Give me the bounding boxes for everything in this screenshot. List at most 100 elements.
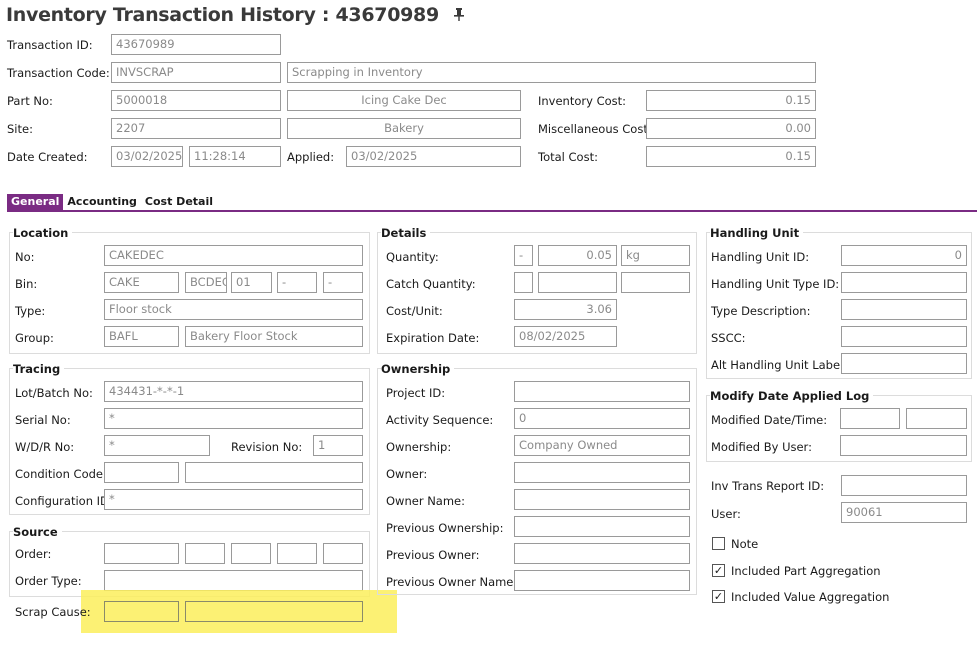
order-no-field[interactable] — [104, 543, 179, 564]
revision-no-label: Revision No: — [231, 440, 303, 454]
modified-by-user-label: Modified By User: — [711, 440, 812, 454]
part-no-field[interactable]: 5000018 — [111, 90, 281, 111]
part-aggregation-label: Included Part Aggregation — [731, 564, 881, 578]
quantity-sign-field[interactable]: - — [514, 245, 533, 266]
part-aggregation-checkbox[interactable]: ✓ — [712, 564, 725, 577]
tab-accounting[interactable]: Accounting — [63, 194, 141, 210]
page-title-text: Inventory Transaction History : 43670989 — [6, 4, 439, 26]
location-no-field[interactable]: CAKEDEC — [104, 245, 363, 266]
note-checkbox[interactable] — [712, 537, 725, 550]
modified-time-field[interactable] — [906, 408, 967, 429]
handling-unit-type-field[interactable] — [841, 272, 967, 293]
transaction-id-field[interactable]: 43670989 — [111, 34, 281, 55]
modified-date-field[interactable] — [840, 408, 900, 429]
transaction-code-label: Transaction Code: — [7, 66, 110, 80]
previous-owner-name-label: Previous Owner Name: — [386, 575, 518, 589]
handling-unit-id-field[interactable]: 0 — [841, 245, 967, 266]
wdr-no-field[interactable]: * — [104, 435, 210, 456]
total-cost-label: Total Cost: — [538, 150, 598, 164]
activity-sequence-field[interactable]: 0 — [514, 408, 690, 429]
scrap-cause-label: Scrap Cause: — [15, 605, 91, 619]
catch-quantity-field[interactable] — [538, 272, 617, 293]
quantity-field[interactable]: 0.05 — [538, 245, 617, 266]
handling-unit-type-label: Handling Unit Type ID: — [711, 277, 840, 291]
lot-batch-label: Lot/Batch No: — [15, 386, 93, 400]
condition-code-label: Condition Code: — [15, 467, 107, 481]
inv-trans-report-id-label: Inv Trans Report ID: — [711, 479, 825, 493]
transaction-code-field[interactable]: INVSCRAP — [111, 62, 281, 83]
serial-no-field[interactable]: * — [104, 408, 363, 429]
misc-cost-label: Miscellaneous Cost: — [538, 122, 652, 136]
site-description-field[interactable]: Bakery — [287, 118, 521, 139]
site-field[interactable]: 2207 — [111, 118, 281, 139]
scrap-cause-desc-field[interactable] — [185, 601, 363, 622]
tab-bar: General Accounting Cost Detail — [7, 194, 217, 210]
revision-no-field[interactable]: 1 — [313, 435, 363, 456]
order-line-field[interactable] — [277, 543, 317, 564]
bin-label: Bin: — [15, 277, 38, 291]
project-id-label: Project ID: — [386, 386, 446, 400]
ownership-label: Ownership: — [386, 440, 452, 454]
quantity-uom-field[interactable]: kg — [621, 245, 690, 266]
configuration-id-field[interactable]: * — [104, 489, 363, 510]
cost-unit-field[interactable]: 3.06 — [514, 299, 617, 320]
misc-cost-field[interactable]: 0.00 — [646, 118, 816, 139]
owner-label: Owner: — [386, 467, 428, 481]
alt-label-id-field[interactable] — [841, 353, 967, 374]
tab-cost-detail[interactable]: Cost Detail — [141, 194, 217, 210]
order-type-field[interactable] — [104, 570, 363, 591]
condition-code-desc-field[interactable] — [185, 462, 363, 483]
catch-quantity-sign-field[interactable] — [514, 272, 533, 293]
applied-date-field[interactable]: 03/02/2025 — [346, 146, 521, 167]
wdr-no-label: W/D/R No: — [15, 440, 75, 454]
bin-field-4[interactable]: - — [277, 272, 317, 293]
type-description-field[interactable] — [841, 299, 967, 320]
bin-field-1[interactable]: CAKE — [104, 272, 179, 293]
catch-quantity-uom-field[interactable] — [621, 272, 690, 293]
owner-name-label: Owner Name: — [386, 494, 466, 508]
part-description-field[interactable]: Icing Cake Dec — [287, 90, 521, 111]
type-field[interactable]: Floor stock — [104, 299, 363, 320]
date-created-field[interactable]: 03/02/2025 — [111, 146, 183, 167]
group-description-field[interactable]: Bakery Floor Stock — [185, 326, 363, 347]
bin-field-3[interactable]: 01 — [231, 272, 272, 293]
lot-batch-field[interactable]: 434431-*-*-1 — [104, 381, 363, 402]
inventory-cost-field[interactable]: 0.15 — [646, 90, 816, 111]
handling-unit-heading: Handling Unit — [710, 226, 804, 240]
type-label: Type: — [15, 304, 46, 318]
ownership-field[interactable]: Company Owned — [514, 435, 690, 456]
order-release-field[interactable] — [185, 543, 225, 564]
user-field[interactable]: 90061 — [841, 502, 967, 523]
transaction-code-desc-field[interactable]: Scrapping in Inventory — [287, 62, 816, 83]
total-cost-field[interactable]: 0.15 — [646, 146, 816, 167]
condition-code-field[interactable] — [104, 462, 179, 483]
order-extra-field[interactable] — [323, 543, 363, 564]
pin-icon[interactable] — [453, 6, 465, 25]
previous-ownership-label: Previous Ownership: — [386, 521, 504, 535]
transaction-id-label: Transaction ID: — [7, 38, 93, 52]
owner-name-field[interactable] — [514, 489, 690, 510]
time-created-field[interactable]: 11:28:14 — [189, 146, 281, 167]
previous-ownership-field[interactable] — [514, 516, 690, 537]
page-title: Inventory Transaction History : 43670989 — [6, 4, 465, 26]
inv-trans-report-id-field[interactable] — [841, 475, 967, 496]
modified-by-user-field[interactable] — [840, 435, 967, 456]
order-sequence-field[interactable] — [231, 543, 271, 564]
tab-underline — [7, 210, 977, 212]
previous-owner-name-field[interactable] — [514, 570, 690, 591]
sscc-field[interactable] — [841, 326, 967, 347]
note-label: Note — [731, 537, 759, 551]
tab-general[interactable]: General — [7, 194, 64, 210]
site-label: Site: — [7, 122, 33, 136]
group-field[interactable]: BAFL — [104, 326, 179, 347]
date-created-label: Date Created: — [7, 150, 88, 164]
bin-field-5[interactable]: - — [323, 272, 363, 293]
owner-field[interactable] — [514, 462, 690, 483]
previous-owner-field[interactable] — [514, 543, 690, 564]
bin-field-2[interactable]: BCDEC — [185, 272, 227, 293]
project-id-field[interactable] — [514, 381, 690, 402]
modify-log-heading: Modify Date Applied Log — [710, 389, 874, 403]
expiration-date-field[interactable]: 08/02/2025 — [514, 326, 617, 347]
scrap-cause-field[interactable] — [104, 601, 179, 622]
value-aggregation-checkbox[interactable]: ✓ — [712, 590, 725, 603]
